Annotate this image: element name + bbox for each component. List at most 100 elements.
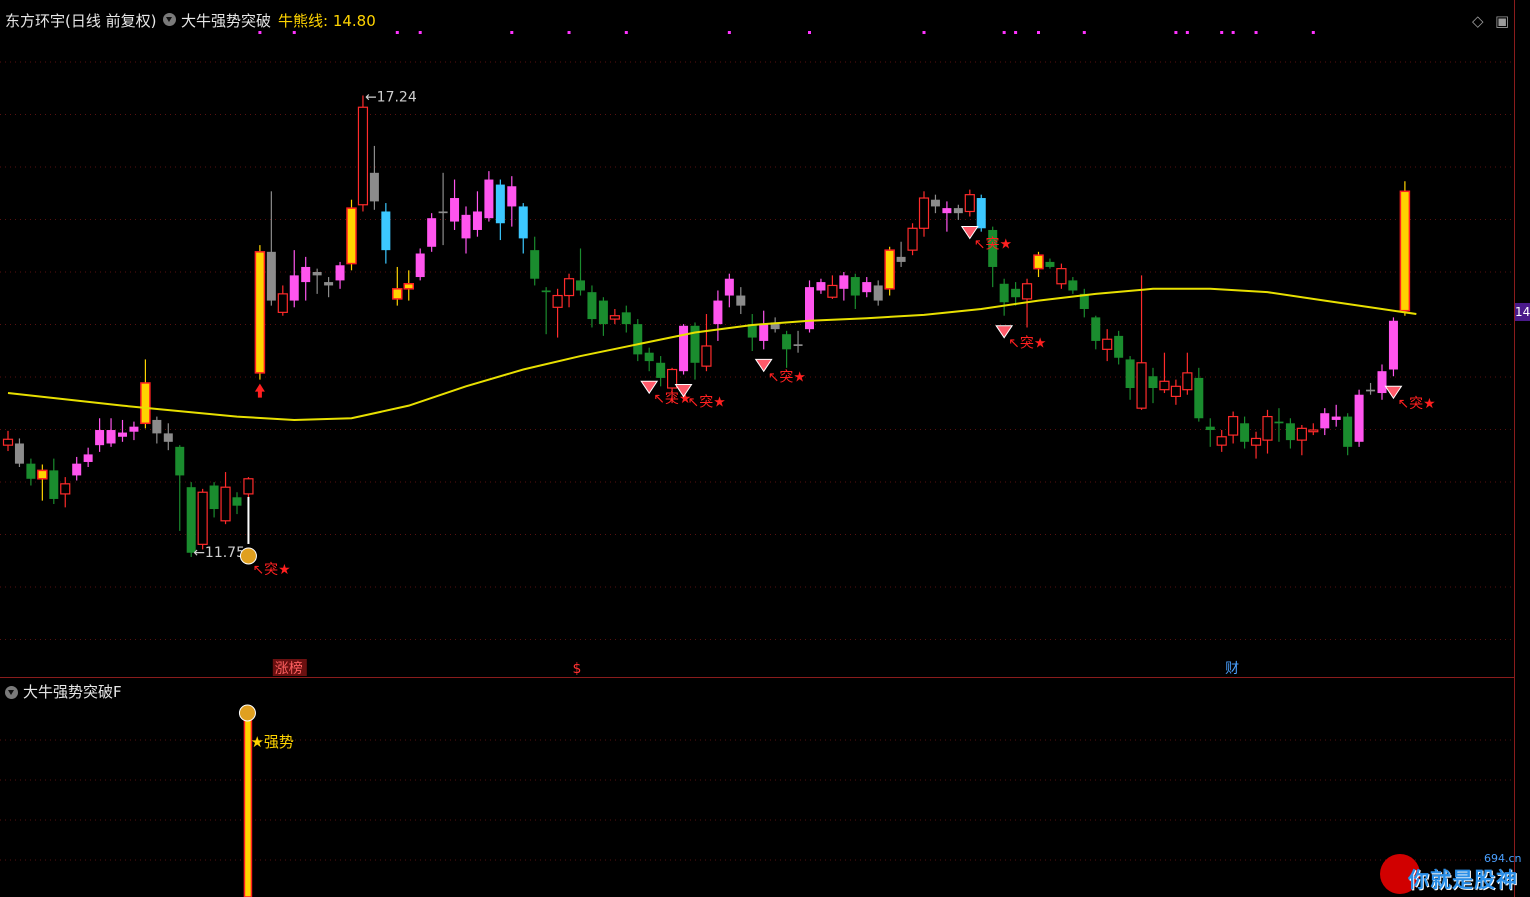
candle-body [918,197,930,229]
candle-body [277,293,288,313]
breakout-label: ↖突★ [1008,336,1046,352]
low-price-label: ←11.75 [193,545,245,561]
top-marker [510,31,514,34]
candle-body [736,295,746,306]
candle-body [450,198,460,222]
candle-body [1125,359,1135,388]
candle-body [1250,437,1262,446]
candle-body [656,362,666,378]
top-marker [1231,31,1235,34]
candle-body [438,211,448,214]
candle-body [1021,283,1033,300]
candle-body [942,208,952,214]
candle-body [14,443,24,464]
candle-body [301,266,311,283]
candle-body [1399,190,1411,312]
lower-indicator-name: 大牛强势突破F [23,683,122,701]
candle-body [552,294,563,308]
candle-body [1056,268,1067,285]
candle-body [95,430,105,446]
top-marker [922,31,926,34]
candle-body [335,265,345,281]
event-marker: 财 [1225,661,1239,677]
watermark-site: 694.cn [1484,852,1522,865]
top-marker [1311,31,1315,34]
candle-body [1102,338,1113,350]
candle-body [850,277,860,296]
candle-body [346,207,357,265]
chevron-down-icon[interactable] [5,686,18,699]
candle-body [392,288,403,300]
breakout-label: ↖突★ [688,395,726,411]
candle-body [1216,436,1227,446]
top-marker [1082,31,1086,34]
candle-body [896,256,906,262]
watermark-text: 你就是股神 [1408,868,1518,892]
candle-body [197,491,208,545]
candle-body [1194,377,1204,419]
candle-body [930,199,940,207]
candle-body [243,478,254,495]
candle-body [403,283,414,290]
candle-body [266,251,276,301]
top-marker [727,31,731,34]
breakout-label: ↖突★ [768,369,806,385]
candle-body [884,249,895,290]
candle-body [312,272,322,276]
candle-body [507,186,517,207]
price-axis-tag: 14 [1515,303,1530,321]
candle-body [713,300,723,325]
candle-body [289,275,299,301]
candle-body [152,419,162,434]
lower-panel-title: 大牛强势突破F [5,681,122,702]
candle-body [254,251,266,374]
candle-body [598,300,608,325]
top-marker [567,31,571,34]
candle-body [518,206,528,239]
candle-body [1354,394,1364,442]
candle-body [679,325,689,372]
candle-body [220,486,231,522]
candle-body [1170,385,1182,398]
candle-body [793,344,803,346]
candle-body [1274,421,1284,424]
candle-body [873,285,883,301]
candle-body [1388,320,1398,370]
top-marker [1014,31,1018,34]
candle-body [964,194,975,213]
candle-body [563,278,575,297]
candle-body [461,214,471,239]
money-bag-icon [238,704,256,722]
candle-body [1320,413,1330,429]
candle-body [587,292,597,320]
candle-body [541,290,551,293]
candle-body [1285,423,1295,441]
candle-body [782,334,792,350]
top-marker [1185,31,1189,34]
candle-body [357,106,369,206]
candle-body [805,287,814,330]
candle-body [1228,415,1239,436]
candle-body [118,432,127,437]
candle-body [1366,389,1376,392]
candle-body [175,446,185,476]
candle-body [1045,261,1055,267]
candle-body [827,284,838,298]
candle-body [1296,427,1307,441]
candle-body [49,470,59,499]
candle-body [2,438,14,446]
candle-body [1011,288,1021,298]
candle-body [1343,416,1353,447]
candle-body [701,345,712,367]
candle-body [495,184,505,224]
candle-body [530,250,540,279]
candle-body [472,211,482,230]
candle-body [1068,280,1078,291]
candle-body [83,454,93,462]
candle-body [1240,423,1250,442]
candle-body [427,218,437,247]
candle-body [633,324,643,355]
candle-body [129,426,139,432]
top-marker [395,31,399,34]
top-marker [1254,31,1258,34]
